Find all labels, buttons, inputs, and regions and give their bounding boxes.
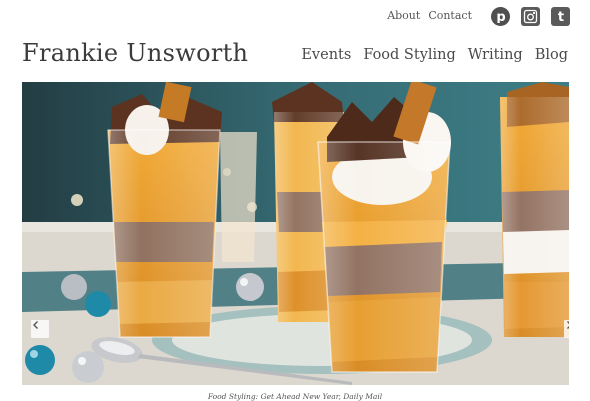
svg-text:t: t <box>557 10 563 23</box>
slider-next-button[interactable] <box>564 320 569 338</box>
about-link[interactable]: About <box>387 6 420 26</box>
image-slideshow[interactable] <box>22 82 569 385</box>
nav-blog[interactable]: Blog <box>535 47 568 63</box>
main-nav: Events Food Styling Writing Blog <box>289 47 568 63</box>
top-utility-bar: About Contact p t <box>387 6 570 26</box>
instagram-icon[interactable] <box>521 6 540 26</box>
twitter-icon[interactable]: t <box>551 6 570 26</box>
chevron-right-icon <box>567 321 569 329</box>
site-title[interactable]: Frankie Unsworth <box>22 39 248 67</box>
nav-events[interactable]: Events <box>301 47 351 63</box>
nav-writing[interactable]: Writing <box>468 47 523 63</box>
slider-prev-button[interactable] <box>31 320 49 338</box>
pinterest-icon[interactable]: p <box>491 6 510 26</box>
contact-link[interactable]: Contact <box>428 6 472 26</box>
chevron-left-icon <box>33 321 38 329</box>
svg-text:p: p <box>496 10 505 23</box>
slide-caption: Food Styling: Get Ahead New Year, Daily … <box>207 392 383 401</box>
nav-food-styling[interactable]: Food Styling <box>363 47 455 63</box>
slide-photo <box>22 82 569 385</box>
